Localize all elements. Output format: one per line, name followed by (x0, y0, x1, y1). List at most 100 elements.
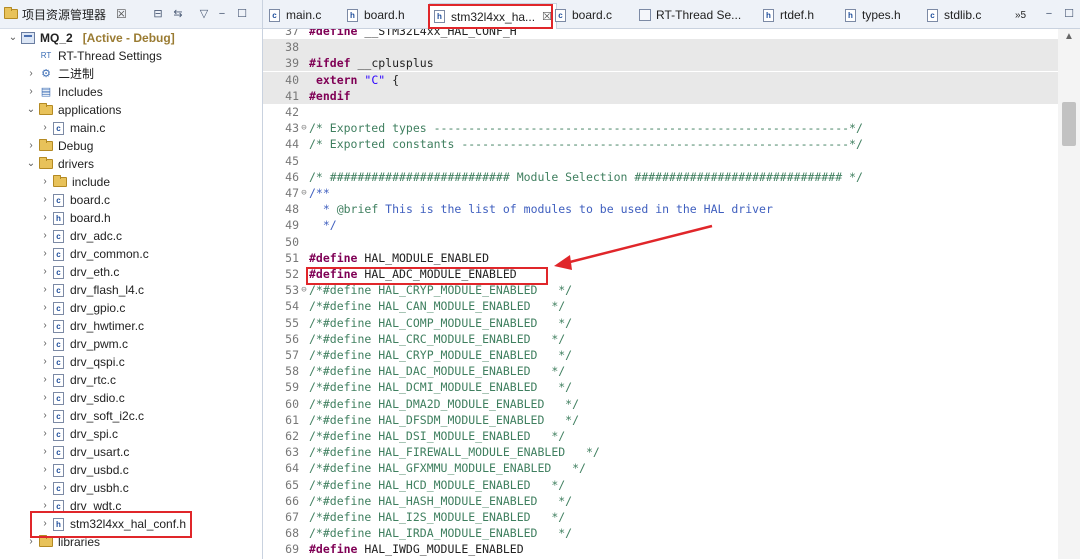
tree-item-drv-gpio-c[interactable]: › c drv_gpio.c (40, 299, 125, 317)
collapse-arrow-icon[interactable]: › (40, 389, 50, 407)
tree-item-drv-hwtimer-c[interactable]: › c drv_hwtimer.c (40, 317, 144, 335)
editor-tab[interactable]: h board.h (347, 4, 405, 26)
tree-item-drv-common-c[interactable]: › c drv_common.c (40, 245, 148, 263)
editor-tab[interactable]: c board.c (555, 4, 612, 26)
scroll-thumb[interactable] (1062, 102, 1076, 146)
vertical-scrollbar[interactable]: ▲ (1058, 29, 1080, 559)
link-editor-icon[interactable]: ⇆ (170, 7, 186, 21)
collapse-arrow-icon[interactable]: › (40, 299, 50, 317)
tree-item-drv-flash-l4-c[interactable]: › c drv_flash_l4.c (40, 281, 144, 299)
collapse-arrow-icon[interactable]: › (40, 209, 50, 227)
tab-overflow-button[interactable]: »5 (1015, 4, 1026, 26)
code-text: /* Exported constants ------------------… (309, 136, 863, 152)
collapse-arrow-icon[interactable]: › (40, 227, 50, 245)
editor-tab[interactable]: h rtdef.h (763, 4, 814, 26)
code-text: /*#define HAL_DAC_MODULE_ENABLED */ (309, 363, 565, 379)
editor-tab[interactable]: RT-Thread Se... (639, 4, 741, 26)
tree-item-drv-spi-c[interactable]: › c drv_spi.c (40, 425, 118, 443)
collapse-arrow-icon[interactable]: › (40, 479, 50, 497)
collapse-arrow-icon[interactable]: › (40, 263, 50, 281)
tree-item-board-h[interactable]: › h board.h (40, 209, 110, 227)
c-file-icon: c (53, 319, 64, 333)
tree-item-applications[interactable]: ⌄ applications (26, 101, 121, 119)
fold-toggle-icon[interactable]: ⊖ (299, 185, 309, 201)
minimize-icon[interactable]: − (214, 7, 230, 21)
fold-toggle-icon[interactable]: ⊖ (299, 120, 309, 136)
collapse-arrow-icon[interactable]: › (40, 119, 50, 137)
tree-item-drv-sdio-c[interactable]: › c drv_sdio.c (40, 389, 124, 407)
maximize-icon[interactable]: ☐ (234, 7, 250, 21)
tab-label: types.h (862, 8, 901, 22)
expand-arrow-icon[interactable]: ⌄ (26, 101, 36, 119)
editor-tab[interactable]: c main.c (269, 4, 321, 26)
collapse-arrow-icon[interactable]: › (40, 353, 50, 371)
collapse-arrow-icon[interactable]: › (26, 137, 36, 155)
editor-tab[interactable]: h types.h (845, 4, 901, 26)
tree-item-label: drv_eth.c (70, 265, 120, 279)
header-file-icon: h (763, 8, 774, 22)
code-token: __STM32L4xx_HAL_CONF_H (357, 29, 517, 38)
collapse-arrow-icon[interactable]: › (40, 371, 50, 389)
explorer-title[interactable]: 项目资源管理器 ☒ (4, 6, 127, 22)
c-file-icon: c (53, 445, 64, 459)
editor-tab[interactable]: c stdlib.c (927, 4, 981, 26)
collapse-arrow-icon[interactable]: › (40, 317, 50, 335)
collapse-all-icon[interactable]: ⊟ (150, 7, 166, 21)
code-token: /*#define HAL_IRDA_MODULE_ENABLED */ (309, 526, 573, 541)
code-token: extern (315, 72, 358, 87)
code-line: 59 /*#define HAL_DCMI_MODULE_ENABLED */ (263, 379, 1058, 395)
tree-item--[interactable]: › ⚙ 二进制 (26, 65, 94, 83)
tree-item-board-c[interactable]: › c board.c (40, 191, 110, 209)
collapse-arrow-icon[interactable]: › (40, 281, 50, 299)
collapse-arrow-icon[interactable]: › (40, 425, 50, 443)
tree-item-main-c[interactable]: › c main.c (40, 119, 105, 137)
collapse-arrow-icon[interactable]: › (40, 191, 50, 209)
collapse-arrow-icon[interactable]: › (40, 407, 50, 425)
tree-item-drv-usbh-c[interactable]: › c drv_usbh.c (40, 479, 129, 497)
line-number: 46 (285, 169, 299, 184)
collapse-arrow-icon[interactable]: › (40, 173, 50, 191)
tree-item-drv-qspi-c[interactable]: › c drv_qspi.c (40, 353, 124, 371)
tree-item-drv-usbd-c[interactable]: › c drv_usbd.c (40, 461, 128, 479)
tree-item-drv-usart-c[interactable]: › c drv_usart.c (40, 443, 129, 461)
maximize-icon[interactable]: ☐ (1061, 7, 1077, 21)
collapse-arrow-icon[interactable]: › (40, 461, 50, 479)
close-icon[interactable]: ☒ (116, 7, 127, 21)
code-editor[interactable]: 37 #define __STM32L4xx_HAL_CONF_H 38 39 #ifd… (263, 29, 1058, 559)
tree-item-drv-pwm-c[interactable]: › c drv_pwm.c (40, 335, 128, 353)
tree-item-drv-soft-i2c-c[interactable]: › c drv_soft_i2c.c (40, 407, 144, 425)
view-menu-icon[interactable]: ▽ (196, 7, 212, 21)
code-token: /* ########################## Module Sel… (309, 169, 863, 184)
collapse-arrow-icon[interactable]: › (40, 335, 50, 353)
tree-item-mq-2[interactable]: ⌄ MQ_2 [Active - Debug] (8, 29, 175, 47)
tree-item-includes[interactable]: › ▤ Includes (26, 83, 102, 101)
code-line: 45 (263, 153, 1058, 169)
collapse-arrow-icon[interactable]: › (26, 83, 36, 101)
scroll-up-icon[interactable]: ▲ (1058, 31, 1080, 42)
code-token: #define (309, 250, 358, 265)
tree-item-drv-rtc-c[interactable]: › c drv_rtc.c (40, 371, 116, 389)
collapse-arrow-icon[interactable]: › (40, 245, 50, 263)
code-token: /*#define HAL_CRC_MODULE_ENABLED */ (309, 331, 566, 346)
tree-item-drivers[interactable]: ⌄ drivers (26, 155, 94, 173)
tree-item-drv-adc-c[interactable]: › c drv_adc.c (40, 227, 122, 245)
collapse-arrow-icon[interactable]: › (26, 65, 36, 83)
tree-item-label: drv_usbh.c (70, 481, 129, 495)
minimize-icon[interactable]: − (1041, 7, 1057, 21)
code-text: /*#define HAL_IRDA_MODULE_ENABLED */ (309, 525, 572, 541)
code-token: /*#define HAL_DSI_MODULE_ENABLED */ (309, 429, 566, 443)
line-number: 39 (285, 56, 299, 71)
editor-tab-bar: c main.c h board.h h stm32l4xx_ha... ☒ c board.c… (263, 0, 1080, 29)
code-text: #ifdef __cplusplus (309, 55, 434, 71)
expand-arrow-icon[interactable]: ⌄ (26, 155, 36, 173)
code-line: 37 #define __STM32L4xx_HAL_CONF_H (263, 29, 1058, 39)
tree-item-debug[interactable]: › Debug (26, 137, 93, 155)
tree-item-include[interactable]: › include (40, 173, 110, 191)
code-token: /*#define HAL_HASH_MODULE_ENABLED */ (309, 493, 573, 508)
expand-arrow-icon[interactable]: ⌄ (8, 29, 18, 47)
collapse-arrow-icon[interactable]: › (40, 443, 50, 461)
tree-item-rt-thread-settings[interactable]: RT RT-Thread Settings (26, 47, 162, 65)
tree-item-drv-eth-c[interactable]: › c drv_eth.c (40, 263, 119, 281)
code-line: 61 /*#define HAL_DFSDM_MODULE_ENABLED */ (263, 412, 1058, 428)
code-token: #endif (309, 88, 351, 103)
